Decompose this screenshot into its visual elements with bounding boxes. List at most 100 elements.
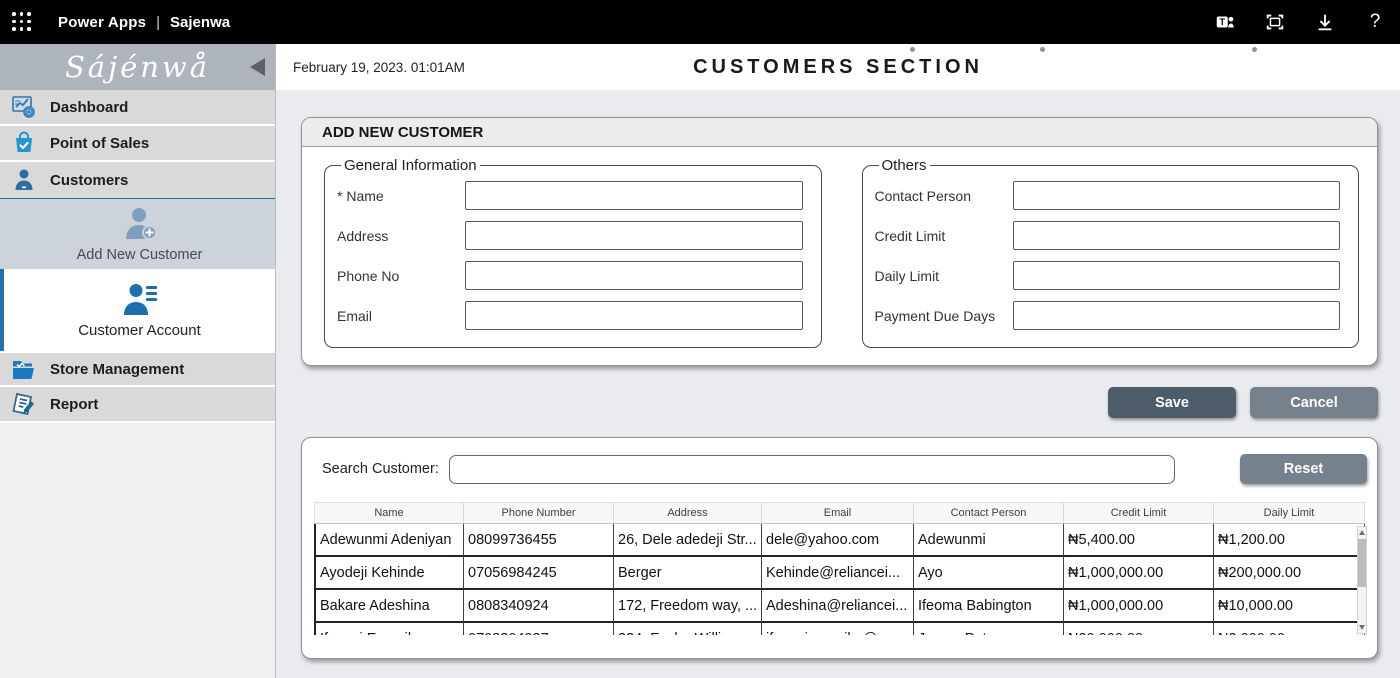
- cell-name: Ifeanyi Emenike: [314, 623, 464, 635]
- sidebar-item-label: Report: [50, 396, 98, 413]
- sidebar-item-customer-account[interactable]: Customer Account: [4, 269, 275, 351]
- collapse-arrow-icon[interactable]: [250, 58, 265, 76]
- sidebar-item-label: Customer Account: [78, 322, 201, 339]
- cell-contact: Adewunmi: [914, 524, 1064, 557]
- customer-account-icon: [119, 282, 161, 318]
- cell-phone: 08099736455: [464, 524, 614, 557]
- address-label: Address: [337, 228, 465, 244]
- scroll-up-icon[interactable]: [1359, 530, 1365, 535]
- app-launcher-icon[interactable]: [12, 12, 32, 32]
- column-header: Email: [762, 502, 914, 524]
- folder-icon: [10, 356, 37, 383]
- sidebar-item-store-management[interactable]: Store Management: [0, 351, 275, 387]
- column-header: Contact Person: [914, 502, 1064, 524]
- general-information-fieldset: General Information * Name Address Phone…: [324, 157, 822, 348]
- cell-credit-limit: ₦1,000,000.00: [1064, 590, 1214, 623]
- customers-table: Name Phone Number Address Email Contact …: [314, 502, 1367, 635]
- scroll-down-icon[interactable]: [1359, 625, 1365, 630]
- cell-email: Kehinde@reliancei...: [762, 557, 914, 590]
- table-row[interactable]: Bakare Adeshina 0808340924 172, Freedom …: [314, 590, 1367, 623]
- cell-daily-limit: ₦1,200.00: [1214, 524, 1365, 557]
- cell-contact: James Peter: [914, 623, 1064, 635]
- cell-phone: 0808340924: [464, 590, 614, 623]
- table-row[interactable]: Ayodeji Kehinde 07056984245 Berger Kehin…: [314, 557, 1367, 590]
- table-header-row: Name Phone Number Address Email Contact …: [314, 502, 1367, 524]
- shopping-bag-icon: [10, 130, 37, 157]
- sidebar-item-customers[interactable]: Customers: [0, 162, 275, 198]
- payment-due-days-field[interactable]: [1013, 301, 1341, 330]
- search-customer-label: Search Customer:: [322, 461, 439, 477]
- cell-address: Berger: [614, 557, 762, 590]
- phone-field[interactable]: [465, 261, 803, 290]
- save-button[interactable]: Save: [1108, 387, 1236, 418]
- cell-credit-limit: ₦1,000,000.00: [1064, 557, 1214, 590]
- name-field[interactable]: [465, 181, 803, 210]
- report-icon: [10, 391, 37, 418]
- table-row[interactable]: Adewunmi Adeniyan 08099736455 26, Dele a…: [314, 524, 1367, 557]
- sidebar-item-label: Add New Customer: [77, 247, 203, 263]
- powerapps-brand: Power Apps: [58, 14, 146, 31]
- cell-address: 234, Fuche Williams...: [614, 623, 762, 635]
- column-header: Daily Limit: [1214, 502, 1365, 524]
- customer-list-panel: Search Customer: Reset Name Phone Number…: [301, 437, 1378, 659]
- sidebar-item-label: Dashboard: [50, 99, 128, 116]
- sidebar-item-add-new-customer[interactable]: Add New Customer: [0, 199, 275, 269]
- fit-screen-icon[interactable]: [1264, 11, 1286, 33]
- address-field[interactable]: [465, 221, 803, 250]
- phone-label: Phone No: [337, 268, 465, 284]
- cell-name: Bakare Adeshina: [314, 590, 464, 623]
- cell-credit-limit: ₦5,400.00: [1064, 524, 1214, 557]
- add-customer-panel: ADD NEW CUSTOMER General Information * N…: [301, 117, 1378, 366]
- download-icon[interactable]: [1314, 11, 1336, 33]
- fieldset-legend: General Information: [341, 157, 480, 174]
- name-label: * Name: [337, 188, 465, 204]
- cell-daily-limit: ₦200,000.00: [1214, 557, 1365, 590]
- contact-person-field[interactable]: [1013, 181, 1341, 210]
- cell-contact: Ifeoma Babington: [914, 590, 1064, 623]
- table-row[interactable]: Ifeanyi Emenike 0708304937 234, Fuche Wi…: [314, 623, 1367, 635]
- decorative-dot: [1040, 47, 1045, 52]
- credit-limit-field[interactable]: [1013, 221, 1341, 250]
- sidebar-item-label: Store Management: [50, 361, 184, 378]
- cell-phone: 07056984245: [464, 557, 614, 590]
- cell-daily-limit: ₦2,000.00: [1214, 623, 1365, 635]
- reset-button[interactable]: Reset: [1240, 454, 1367, 484]
- cancel-button[interactable]: Cancel: [1250, 387, 1378, 418]
- teams-icon[interactable]: T: [1214, 11, 1236, 33]
- cell-credit-limit: ₦20,000.00: [1064, 623, 1214, 635]
- cell-email: dele@yahoo.com: [762, 524, 914, 557]
- contact-person-label: Contact Person: [875, 188, 1013, 204]
- sidebar-item-label: Customers: [50, 172, 128, 189]
- decorative-dot: [910, 47, 915, 52]
- cell-daily-limit: ₦10,000.00: [1214, 590, 1365, 623]
- cell-phone: 0708304937: [464, 623, 614, 635]
- cell-address: 26, Dele adedeji Str...: [614, 524, 762, 557]
- payment-due-days-label: Payment Due Days: [875, 308, 1013, 324]
- email-field[interactable]: [465, 301, 803, 330]
- column-header: Phone Number: [464, 502, 614, 524]
- help-icon[interactable]: ?: [1364, 11, 1386, 33]
- daily-limit-label: Daily Limit: [875, 268, 1013, 284]
- column-header: Credit Limit: [1064, 502, 1214, 524]
- cell-name: Ayodeji Kehinde: [314, 557, 464, 590]
- sidebar-item-label: Point of Sales: [50, 135, 149, 152]
- sidebar-item-dashboard[interactable]: Dashboard: [0, 90, 275, 126]
- cell-address: 172, Freedom way, ...: [614, 590, 762, 623]
- fieldset-legend: Others: [879, 157, 930, 174]
- decorative-dot: [1252, 47, 1257, 52]
- search-customer-input[interactable]: [449, 455, 1175, 484]
- scrollbar-thumb[interactable]: [1358, 539, 1366, 587]
- sidebar-item-report[interactable]: Report: [0, 387, 275, 423]
- sidebar-item-point-of-sales[interactable]: Point of Sales: [0, 126, 275, 162]
- column-header: Address: [614, 502, 762, 524]
- add-customer-icon: [120, 205, 160, 243]
- sidebar-filler: [0, 423, 275, 678]
- daily-limit-field[interactable]: [1013, 261, 1341, 290]
- logo-bar: Sájénwå: [0, 44, 275, 90]
- table-scrollbar[interactable]: [1357, 526, 1367, 634]
- sidebar: Sájénwå Dashboard Point of Sales Custome…: [0, 44, 276, 678]
- top-app-bar: Power Apps | Sajenwa T ?: [0, 0, 1400, 44]
- credit-limit-label: Credit Limit: [875, 228, 1013, 244]
- panel-title: ADD NEW CUSTOMER: [302, 118, 1377, 147]
- content-area: ADD NEW CUSTOMER General Information * N…: [276, 90, 1400, 678]
